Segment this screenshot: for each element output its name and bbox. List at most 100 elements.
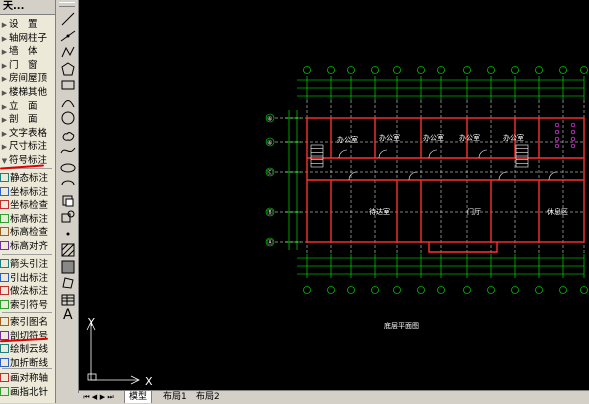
door-swing	[348, 171, 358, 181]
menu-item-16[interactable]: 标高对齐	[0, 240, 55, 253]
last-tab-button[interactable]: ⏭	[107, 393, 114, 401]
axis-bubble	[347, 66, 355, 74]
menu-item-2[interactable]: ▶ 墙 体	[0, 45, 55, 58]
menu-item-label: 绘制云线	[10, 344, 49, 356]
hatch-button[interactable]	[59, 241, 77, 259]
menu-item-1[interactable]: ▶ 轴网柱子	[0, 32, 55, 45]
spline-button[interactable]	[59, 142, 77, 160]
menu-item-17[interactable]: 箭头引注	[0, 258, 55, 271]
menu-item-icon	[0, 173, 9, 182]
room-label: 办公室	[423, 133, 444, 142]
menu-item-14[interactable]: 标高标注	[0, 213, 55, 226]
toilet-fixture	[554, 136, 560, 142]
menu-item-label: 尺寸标注	[9, 141, 48, 153]
submenu-arrow-icon: ▶	[1, 102, 8, 111]
circle-button[interactable]	[59, 109, 77, 127]
menu-item-label: 门 窗	[9, 59, 38, 71]
menu-item-12[interactable]: 坐标标注	[0, 186, 55, 199]
menu-item-13[interactable]: 坐标检查	[0, 199, 55, 212]
tab-model[interactable]: 模型	[124, 391, 153, 403]
menu-item-0[interactable]: ▶ 设 置	[0, 18, 55, 31]
menu-item-4[interactable]: ▶ 房间屋顶	[0, 72, 55, 85]
axis-bubble	[327, 66, 335, 74]
first-tab-button[interactable]: ⏮	[83, 393, 90, 401]
ellipse-arc-button[interactable]	[59, 175, 77, 193]
menu-item-21[interactable]: 索引图名	[0, 316, 55, 329]
axis-label: Ⓐ	[267, 239, 273, 247]
menu-item-label: 剖 面	[9, 114, 38, 126]
menu-item-icon	[0, 186, 9, 196]
menu-item-23[interactable]: 绘制云线	[0, 343, 55, 356]
toilet-fixture	[570, 129, 576, 135]
menu-item-label: 坐标检查	[10, 200, 49, 212]
menu-item-7[interactable]: ▶ 剖 面	[0, 113, 55, 126]
menu-item-9[interactable]: ▶ 尺寸标注	[0, 140, 55, 153]
polyline-button[interactable]	[59, 43, 77, 61]
line-button[interactable]	[59, 10, 77, 28]
menu-item-18[interactable]: 引出标注	[0, 272, 55, 285]
toolbar-grip[interactable]	[59, 2, 75, 7]
ellipse-arc-icon	[61, 180, 75, 186]
tab-layout2[interactable]: 布局2	[192, 391, 224, 403]
axis-bubble	[437, 66, 445, 74]
polygon-button[interactable]	[59, 60, 77, 78]
toilet-fixture	[554, 129, 560, 135]
hatch-icon	[61, 243, 75, 257]
menu-item-20[interactable]: 索引符号	[0, 299, 55, 312]
door-swing	[428, 149, 438, 159]
menu-item-19[interactable]: 做法标注	[0, 285, 55, 298]
menu-item-26[interactable]: 画指北针	[0, 386, 55, 399]
menu-item-icon	[0, 357, 9, 367]
axis-bubble	[463, 286, 471, 294]
drawing-canvas[interactable]: ⑥ ⑥ Ⓒ Ⓑ Ⓐ 办公室 办公室 办公室 办公室 办公室 待达室 门厅 休息区 Y X 底层平面图	[79, 0, 589, 390]
multiline-text-button[interactable]: A	[59, 304, 77, 323]
gradient-button[interactable]	[59, 258, 77, 276]
submenu-arrow-icon: ▶	[1, 89, 8, 97]
toilet-fixture	[570, 122, 576, 128]
make-block-button[interactable]	[59, 208, 77, 226]
next-tab-button[interactable]: ▶	[99, 393, 106, 401]
revision-cloud-button[interactable]	[59, 126, 77, 144]
ellipse-button[interactable]	[59, 159, 77, 177]
menu-item-8[interactable]: ▶ 文字表格	[0, 127, 55, 140]
axis-bubble	[417, 286, 425, 294]
menu-item-icon	[0, 259, 9, 268]
menu-separator	[2, 368, 52, 369]
menu-item-icon	[0, 317, 9, 326]
menu-item-label: 静态标注	[10, 173, 49, 184]
menu-item-icon	[0, 330, 9, 340]
menu-item-label: 文字表格	[9, 127, 48, 139]
menu-item-icon	[0, 227, 9, 237]
arc-icon	[61, 99, 75, 107]
arc-button[interactable]	[59, 93, 77, 111]
menu-title[interactable]: 天...	[0, 0, 55, 15]
construction-line-button[interactable]	[59, 27, 77, 45]
menu-item-5[interactable]: ▶ 楼梯其他	[0, 86, 55, 99]
menu-separator	[2, 312, 52, 313]
insert-block-icon	[62, 195, 74, 206]
point-button[interactable]	[59, 225, 77, 243]
door-swing	[548, 171, 558, 181]
axis-bubble	[347, 286, 355, 294]
menu-item-6[interactable]: ▶ 立 面	[0, 100, 55, 113]
menu-item-3[interactable]: ▶ 门 窗	[0, 59, 55, 72]
insert-block-button[interactable]	[59, 192, 77, 210]
tab-layout1[interactable]: 布局1	[159, 391, 191, 403]
room-label: 办公室	[459, 133, 480, 142]
drawing-title: 底层平面图	[384, 321, 419, 330]
toilet-fixture	[570, 143, 576, 149]
menu-item-label: 箭头引注	[10, 259, 49, 270]
menu-item-label: 楼梯其他	[9, 87, 48, 98]
menu-item-icon	[0, 241, 9, 250]
layout-tabs: ⏮ ◀ ▶ ⏭ 模型 布局1 布局2	[79, 390, 589, 404]
prev-tab-button[interactable]: ◀	[91, 393, 98, 401]
rectangle-button[interactable]	[59, 76, 77, 94]
axis-bubble	[487, 286, 495, 294]
spline-icon	[60, 147, 76, 154]
menu-item-15[interactable]: 标高检查	[0, 226, 55, 239]
region-button[interactable]	[59, 274, 77, 292]
menu-item-25[interactable]: 画对称轴	[0, 372, 55, 385]
menu-item-icon	[0, 299, 9, 309]
gradient-icon	[61, 260, 75, 273]
menu-item-11[interactable]: 静态标注	[0, 172, 55, 185]
